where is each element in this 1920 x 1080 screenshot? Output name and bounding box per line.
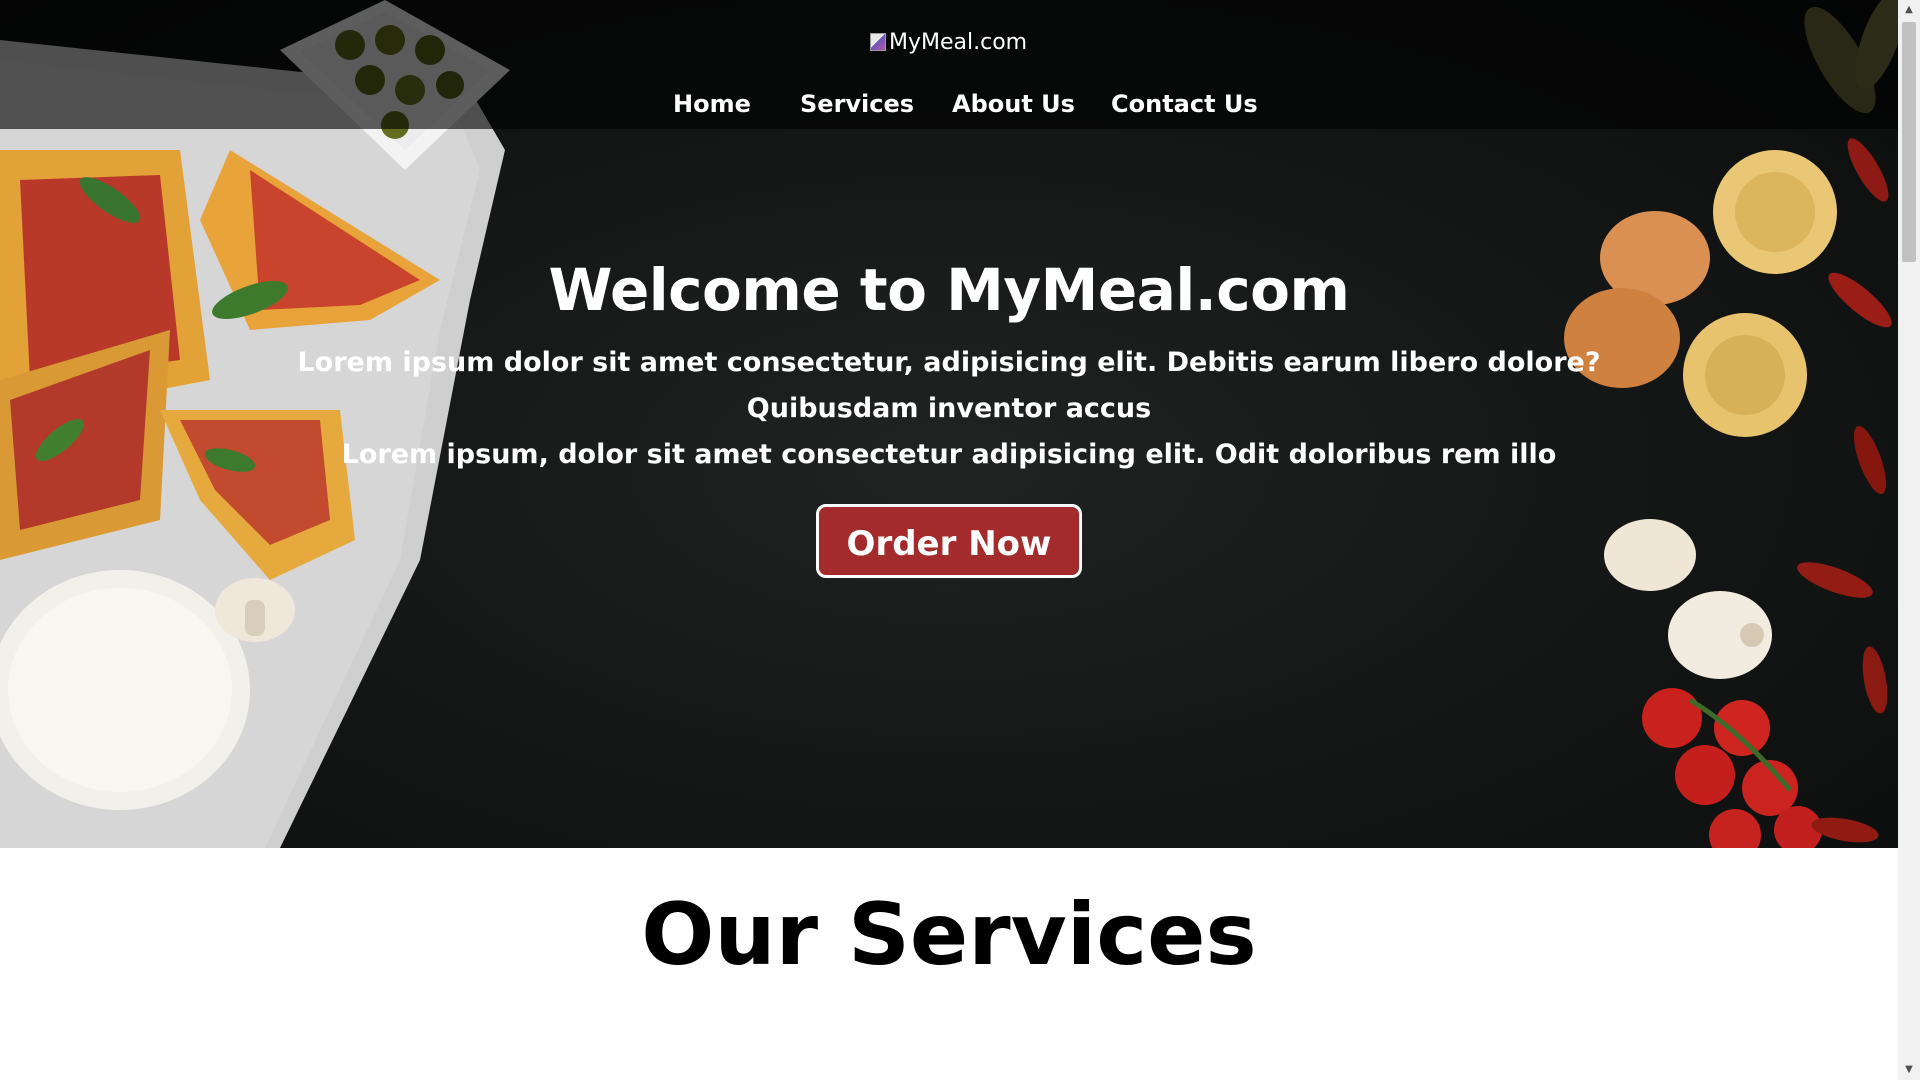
- top-navbar: MyMeal.com Home Services About Us Contac…: [0, 0, 1898, 129]
- services-heading: Our Services: [641, 885, 1257, 985]
- main-nav: Home Services About Us Contact Us: [0, 90, 1898, 130]
- hero-title: Welcome to MyMeal.com: [548, 256, 1350, 324]
- hero-paragraph: Lorem ipsum dolor sit amet consectetur, …: [259, 340, 1639, 478]
- vertical-scrollbar[interactable]: ▲ ▼: [1898, 0, 1920, 1080]
- hero-content: Welcome to MyMeal.com Lorem ipsum dolor …: [0, 250, 1898, 578]
- triangle-up-icon[interactable]: ▲: [1898, 0, 1920, 20]
- order-now-button[interactable]: Order Now: [815, 504, 1083, 578]
- hero-paragraph-line-2: Lorem ipsum, dolor sit amet consectetur …: [341, 439, 1557, 470]
- logo-alt-text: MyMeal.com: [889, 29, 1028, 55]
- nav-link-home[interactable]: Home: [673, 90, 751, 118]
- hero-paragraph-line-1: Lorem ipsum dolor sit amet consectetur, …: [297, 347, 1601, 424]
- site-logo[interactable]: MyMeal.com: [870, 24, 1027, 60]
- hero-section: MyMeal.com Home Services About Us Contac…: [0, 0, 1898, 848]
- page-viewport: MyMeal.com Home Services About Us Contac…: [0, 0, 1898, 1080]
- scrollbar-thumb[interactable]: [1902, 22, 1916, 262]
- nav-link-about-us[interactable]: About Us: [952, 90, 1075, 118]
- nav-link-contact-us[interactable]: Contact Us: [1111, 90, 1258, 118]
- triangle-down-icon[interactable]: ▼: [1898, 1060, 1920, 1080]
- broken-image-icon: [870, 33, 886, 51]
- nav-link-services[interactable]: Services: [800, 90, 914, 118]
